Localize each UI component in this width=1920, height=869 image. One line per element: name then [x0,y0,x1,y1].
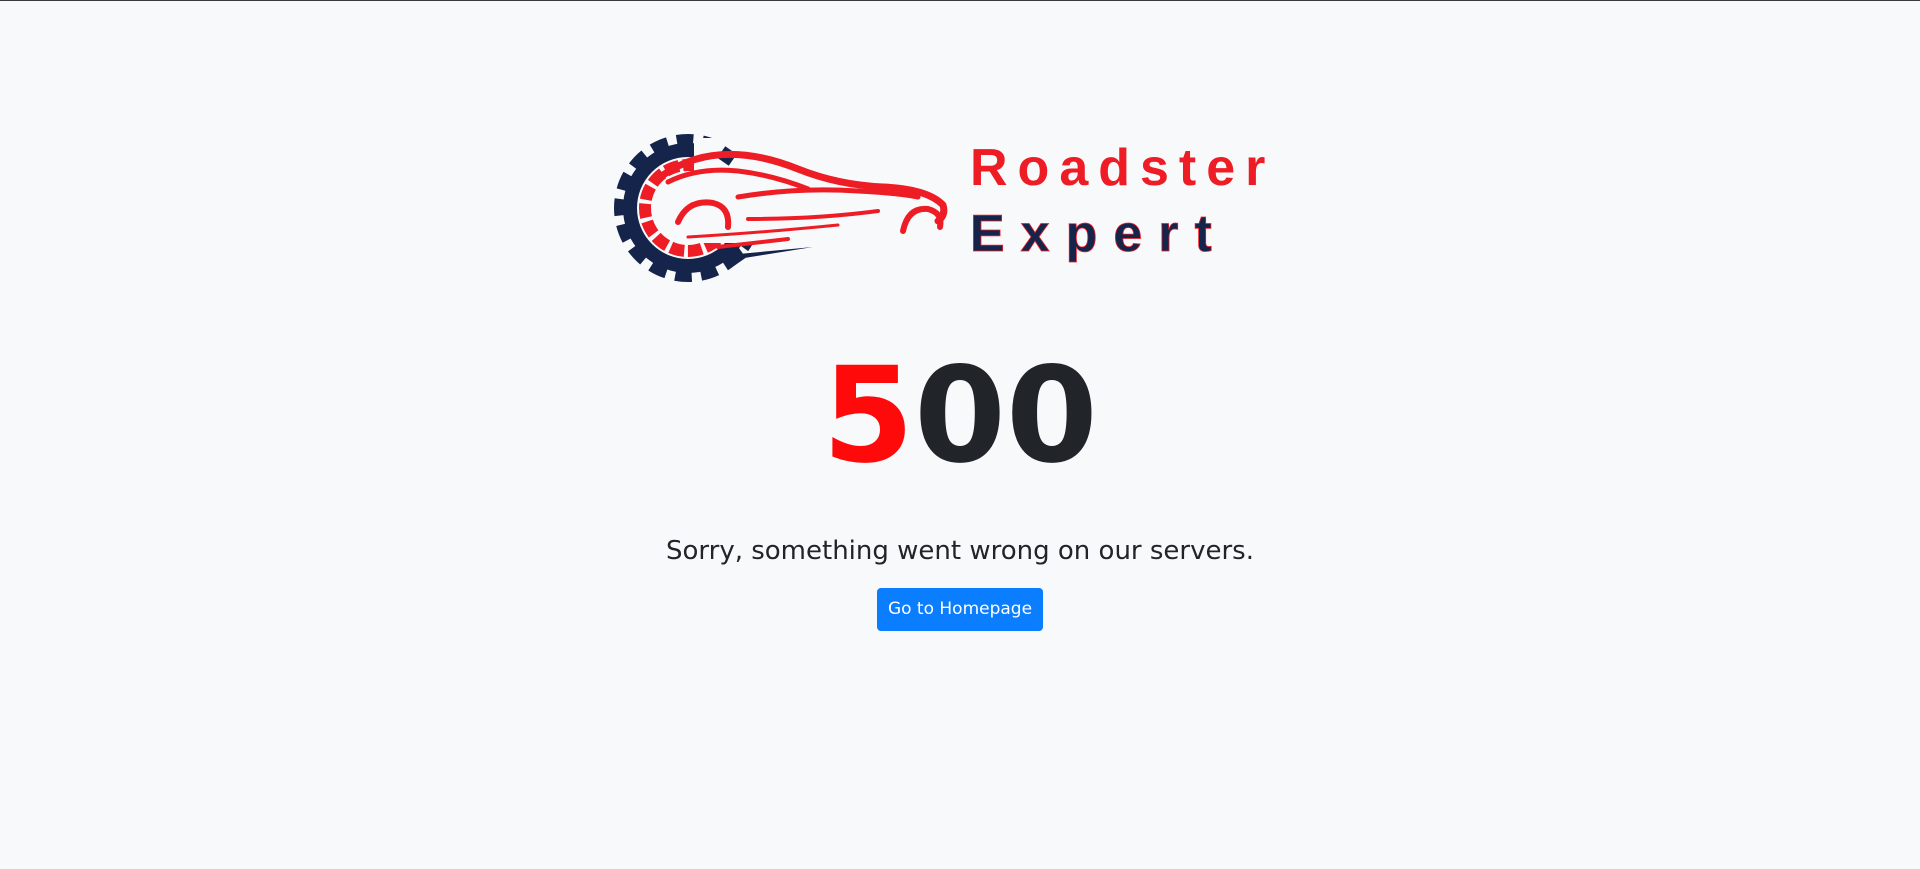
go-to-homepage-button[interactable]: Go to Homepage [877,588,1043,631]
error-code: 500 [0,341,1920,491]
error-page: Roadster Expert 500 Sorry, something wen… [0,1,1920,869]
error-code-rest: 00 [914,339,1098,493]
brand-name-line2: Expert [970,205,1228,263]
brand-name-line1: Roadster [970,139,1275,197]
error-code-first-digit: 5 [822,339,915,493]
brand-logo: Roadster Expert [598,127,1284,289]
brand-logo-graphic: Roadster Expert [614,134,1275,282]
error-message: Sorry, something went wrong on our serve… [665,536,1254,566]
